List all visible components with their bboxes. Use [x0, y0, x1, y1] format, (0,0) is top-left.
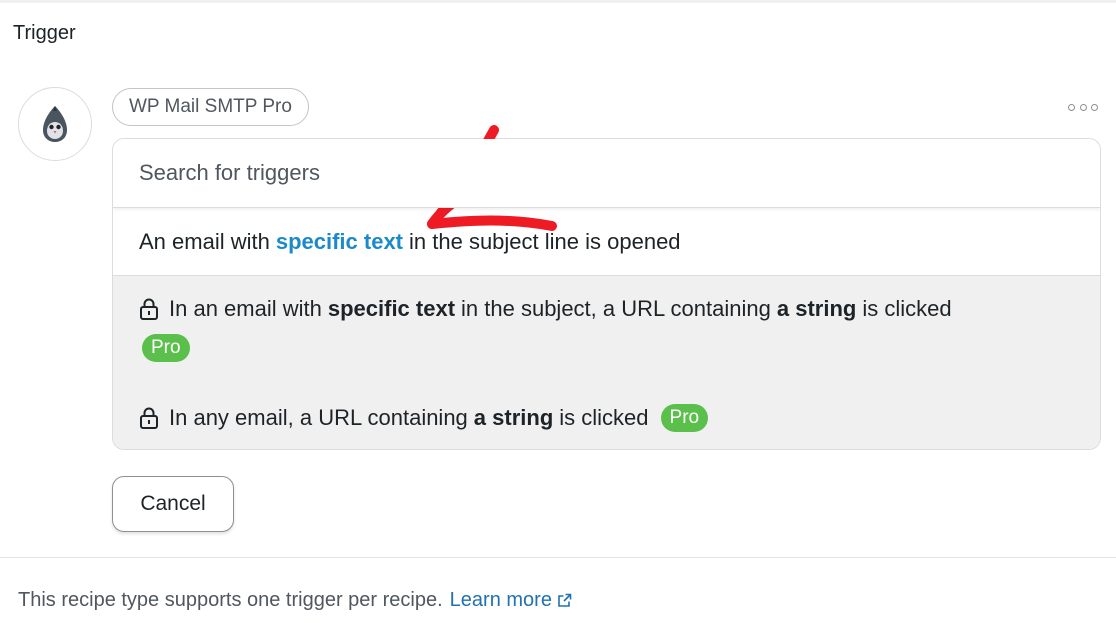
pigeon-icon — [43, 106, 67, 142]
more-horizontal-icon — [1068, 103, 1075, 111]
footer-note: This recipe type supports one trigger pe… — [18, 589, 572, 612]
trigger-search-row — [113, 139, 1100, 208]
top-divider — [0, 0, 1116, 3]
pro-badge: Pro — [142, 334, 190, 362]
pro-badge: Pro — [660, 404, 709, 432]
cancel-button[interactable]: Cancel — [112, 476, 234, 532]
integration-avatar — [18, 87, 92, 161]
footer-divider — [0, 557, 1116, 558]
trigger-search-input[interactable] — [139, 160, 1039, 186]
trigger-select-dropdown: An email with specific text in the subje… — [112, 138, 1101, 450]
lock-icon — [137, 406, 161, 430]
more-options-button[interactable] — [1068, 100, 1098, 114]
specific-text-token: specific text — [275, 228, 404, 254]
lock-icon — [137, 297, 161, 321]
section-title: Trigger — [13, 22, 76, 44]
integration-name-chip: WP Mail SMTP Pro — [112, 88, 309, 126]
trigger-option-email-opened[interactable]: An email with specific text in the subje… — [113, 208, 1100, 276]
external-link-icon — [557, 593, 572, 608]
learn-more-link[interactable]: Learn more — [450, 589, 572, 612]
trigger-option-url-clicked-specific-text[interactable]: In an email with specific text in the su… — [137, 276, 1057, 362]
trigger-option-url-clicked-any-email[interactable]: In any email, a URL containing a string … — [137, 362, 1100, 432]
locked-options-list: In an email with specific text in the su… — [113, 276, 1100, 449]
